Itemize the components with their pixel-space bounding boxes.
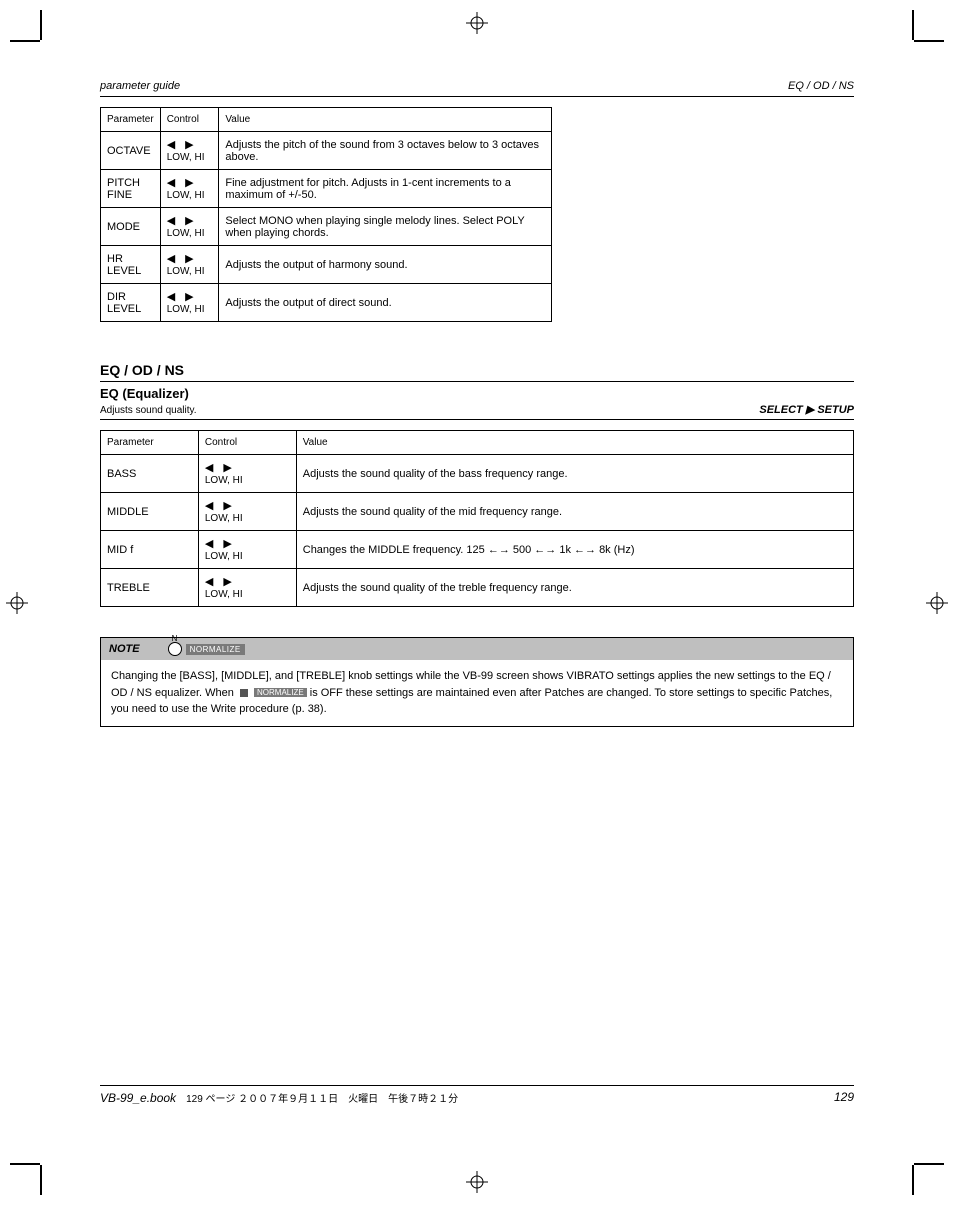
section-subtitle: EQ (Equalizer) — [100, 386, 189, 401]
registration-mark — [6, 592, 28, 614]
param-control: LOW, HI — [198, 493, 296, 531]
param-value: Adjusts the sound quality of the mid fre… — [296, 493, 853, 531]
section-title: EQ / OD / NS — [100, 362, 854, 382]
table-row: MIDDLE LOW, HI Adjusts the sound quality… — [101, 493, 854, 531]
table-row: OCTAVE LOW, HI Adjusts the pitch of the … — [101, 132, 552, 170]
param-value: Changes the MIDDLE frequency. 125 ←→ 500… — [296, 531, 853, 569]
param-control: LOW, HI — [198, 531, 296, 569]
footer-model: VB-99_e.book — [100, 1091, 176, 1105]
param-value: Adjusts the sound quality of the treble … — [296, 569, 853, 607]
table-row: MID f LOW, HI Changes the MIDDLE frequen… — [101, 531, 854, 569]
page-footer: VB-99_e.book 129 ページ ２００７年９月１１日 火曜日 午後７時… — [100, 1085, 854, 1105]
triangle-left-icon — [167, 290, 175, 303]
param-name: TREBLE — [101, 569, 199, 607]
triangle-right-icon — [223, 499, 231, 512]
param-control: LOW, HI — [198, 455, 296, 493]
table-row: TREBLE LOW, HI Adjusts the sound quality… — [101, 569, 854, 607]
table-row: PITCH FINE LOW, HI Fine adjustment for p… — [101, 170, 552, 208]
triangle-left-icon — [167, 214, 175, 227]
control-label: LOW, HI — [167, 228, 205, 239]
control-label: LOW, HI — [167, 190, 205, 201]
param-control: LOW, HI — [160, 132, 219, 170]
col-header-value: Value — [219, 108, 552, 132]
triangle-right-icon — [185, 290, 193, 303]
param-name: HR LEVEL — [101, 246, 161, 284]
param-value: Adjusts the output of direct sound. — [219, 284, 552, 322]
crop-mark — [894, 1145, 934, 1185]
section-description: Adjusts sound quality. — [100, 405, 197, 416]
note-header: NOTE NORMALIZE — [101, 638, 853, 660]
control-label: LOW, HI — [205, 551, 243, 562]
control-label: LOW, HI — [167, 266, 205, 277]
triangle-left-icon — [167, 138, 175, 151]
breadcrumb: SELECT ▶ SETUP — [759, 403, 854, 416]
triangle-left-icon — [167, 252, 175, 265]
parameters-table-2: Parameter Control Value BASS LOW, HI Adj… — [100, 430, 854, 607]
col-header-control: Control — [198, 431, 296, 455]
param-name: BASS — [101, 455, 199, 493]
triangle-right-icon — [223, 461, 231, 474]
col-header-value: Value — [296, 431, 853, 455]
triangle-right-icon — [185, 138, 193, 151]
registration-mark — [466, 1171, 488, 1193]
param-value: Select MONO when playing single melody l… — [219, 208, 552, 246]
stop-icon — [240, 689, 248, 697]
control-label: LOW, HI — [205, 589, 243, 600]
param-name: OCTAVE — [101, 132, 161, 170]
note-label: NOTE — [109, 643, 140, 655]
param-control: LOW, HI — [160, 246, 219, 284]
crop-mark — [894, 20, 934, 60]
control-label: LOW, HI — [167, 304, 205, 315]
triangle-right-icon — [223, 537, 231, 550]
param-control: LOW, HI — [160, 284, 219, 322]
param-name: MODE — [101, 208, 161, 246]
param-value: Adjusts the pitch of the sound from 3 oc… — [219, 132, 552, 170]
param-value: Adjusts the output of harmony sound. — [219, 246, 552, 284]
param-value: Adjusts the sound quality of the bass fr… — [296, 455, 853, 493]
param-control: LOW, HI — [160, 208, 219, 246]
triangle-left-icon — [167, 176, 175, 189]
crop-mark — [20, 1145, 60, 1185]
triangle-right-icon — [185, 214, 193, 227]
col-header-parameter: Parameter — [101, 431, 199, 455]
footer-pageinfo: 129 ページ ２００７年９月１１日 火曜日 午後７時２１分 — [186, 1094, 458, 1105]
triangle-left-icon — [205, 537, 213, 550]
triangle-left-icon — [205, 575, 213, 588]
normalize-knob-icon — [168, 642, 182, 656]
triangle-right-icon — [185, 252, 193, 265]
crop-mark — [20, 20, 60, 60]
normalize-chip: NORMALIZE — [186, 644, 245, 655]
control-label: LOW, HI — [205, 513, 243, 524]
table-row: BASS LOW, HI Adjusts the sound quality o… — [101, 455, 854, 493]
table-row: MODE LOW, HI Select MONO when playing si… — [101, 208, 552, 246]
triangle-right-icon — [185, 176, 193, 189]
header-left: parameter guide — [100, 80, 180, 92]
table-row: HR LEVEL LOW, HI Adjusts the output of h… — [101, 246, 552, 284]
param-name: MID f — [101, 531, 199, 569]
param-control: LOW, HI — [198, 569, 296, 607]
registration-mark — [466, 12, 488, 34]
control-label: LOW, HI — [205, 475, 243, 486]
col-header-control: Control — [160, 108, 219, 132]
triangle-left-icon — [205, 461, 213, 474]
param-control: LOW, HI — [160, 170, 219, 208]
col-header-parameter: Parameter — [101, 108, 161, 132]
table-row: DIR LEVEL LOW, HI Adjusts the output of … — [101, 284, 552, 322]
triangle-right-icon — [223, 575, 231, 588]
page-number: 129 — [834, 1090, 854, 1105]
param-value: Fine adjustment for pitch. Adjusts in 1-… — [219, 170, 552, 208]
parameters-table-1: Parameter Control Value OCTAVE LOW, HI A… — [100, 107, 552, 322]
normalize-inline-chip: NORMALIZE — [254, 688, 307, 697]
note-body: Changing the [BASS], [MIDDLE], and [TREB… — [101, 660, 853, 726]
param-name: MIDDLE — [101, 493, 199, 531]
control-label: LOW, HI — [167, 152, 205, 163]
triangle-left-icon — [205, 499, 213, 512]
section-subtitle-row: EQ (Equalizer) Adjusts sound quality. SE… — [100, 382, 854, 420]
page-header: parameter guide EQ / OD / NS — [100, 80, 854, 97]
param-name: PITCH FINE — [101, 170, 161, 208]
note-box: NOTE NORMALIZE Changing the [BASS], [MID… — [100, 637, 854, 727]
registration-mark — [926, 592, 948, 614]
header-right: EQ / OD / NS — [788, 80, 854, 92]
param-name: DIR LEVEL — [101, 284, 161, 322]
